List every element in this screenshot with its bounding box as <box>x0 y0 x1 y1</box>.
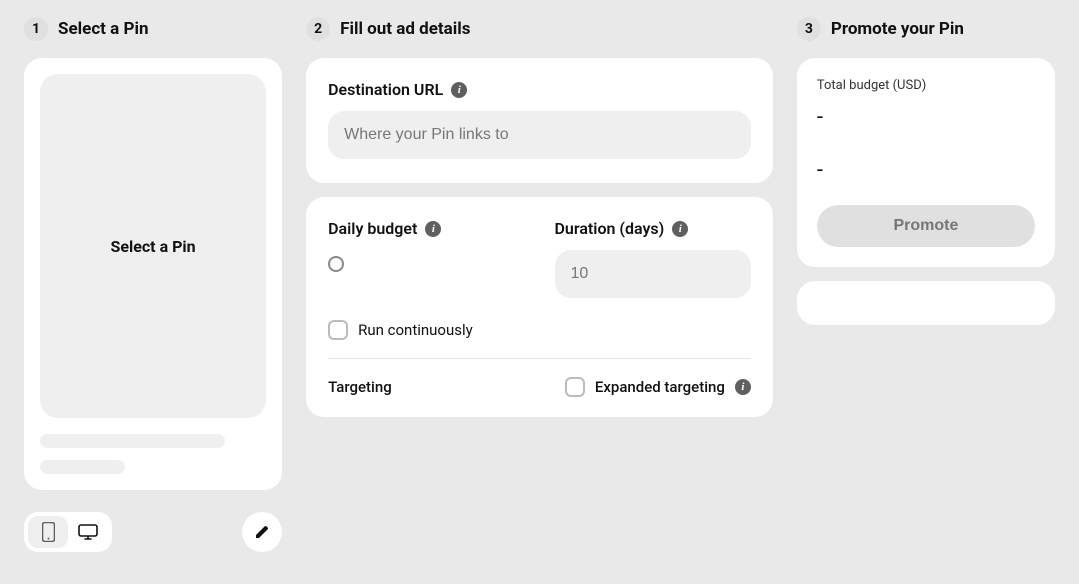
duration-input[interactable] <box>555 250 751 298</box>
expanded-targeting-checkbox[interactable] <box>565 377 585 397</box>
skeleton-line <box>40 434 225 448</box>
desktop-preview-button[interactable] <box>68 516 108 548</box>
run-continuously-label: Run continuously <box>358 321 473 339</box>
step-2-badge: 2 <box>306 17 330 41</box>
summary-secondary-value: - <box>817 158 1035 183</box>
mobile-preview-button[interactable] <box>28 516 68 548</box>
select-pin-placeholder[interactable]: Select a Pin <box>40 74 266 418</box>
duration-label: Duration (days) <box>555 219 665 238</box>
step-1-header: 1 Select a Pin <box>24 0 282 58</box>
info-icon[interactable]: i <box>672 221 688 237</box>
step-1-title: Select a Pin <box>58 19 148 39</box>
step-1-badge: 1 <box>24 17 48 41</box>
device-preview-toggle <box>24 512 112 552</box>
select-pin-text: Select a Pin <box>110 237 195 256</box>
desktop-icon <box>78 524 98 540</box>
targeting-label: Targeting <box>328 378 392 396</box>
info-icon[interactable]: i <box>425 221 441 237</box>
mobile-icon <box>42 522 55 542</box>
daily-budget-label: Daily budget <box>328 219 417 238</box>
secondary-card <box>797 281 1055 325</box>
promote-button-label: Promote <box>893 217 958 234</box>
run-continuously-checkbox[interactable] <box>328 320 348 340</box>
promote-button[interactable]: Promote <box>817 205 1035 247</box>
expanded-targeting-label: Expanded targeting <box>595 378 725 396</box>
destination-url-label: Destination URL <box>328 80 443 99</box>
loading-spinner-icon <box>328 256 344 272</box>
info-icon[interactable]: i <box>451 82 467 98</box>
skeleton-line <box>40 460 125 474</box>
info-icon[interactable]: i <box>735 379 751 395</box>
total-budget-label: Total budget (USD) <box>817 78 1035 93</box>
step-3-title: Promote your Pin <box>831 19 964 39</box>
step-3-badge: 3 <box>797 17 821 41</box>
budget-card: Daily budget i Duration (days) i Run con… <box>306 197 773 417</box>
destination-card: Destination URL i <box>306 58 773 183</box>
pencil-icon <box>254 524 270 540</box>
step-3-header: 3 Promote your Pin <box>797 0 1055 58</box>
destination-url-input[interactable] <box>328 111 751 159</box>
pin-preview-card: Select a Pin <box>24 58 282 490</box>
edit-pin-button[interactable] <box>242 512 282 552</box>
divider <box>328 358 751 359</box>
step-2-title: Fill out ad details <box>340 19 470 39</box>
summary-card: Total budget (USD) - - Promote <box>797 58 1055 267</box>
step-2-header: 2 Fill out ad details <box>306 0 773 58</box>
total-budget-value: - <box>817 105 1035 130</box>
